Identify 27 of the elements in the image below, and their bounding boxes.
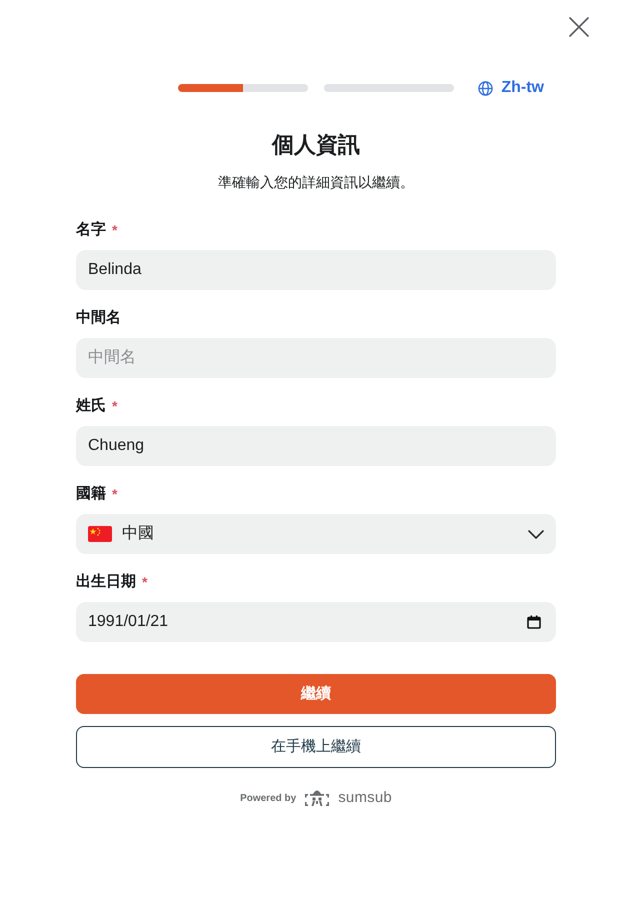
globe-icon (478, 80, 494, 96)
required-mark: * (112, 397, 118, 416)
field-label: 名字 (76, 220, 106, 240)
logo-icon (304, 788, 330, 808)
brand-name: sumsub (338, 788, 392, 808)
field-label: 出生日期 (76, 572, 136, 592)
field-label: 中間名 (76, 308, 121, 328)
continue-button[interactable]: 繼續 (76, 674, 556, 714)
flag-icon (88, 526, 112, 542)
text-input[interactable]: Chueng (76, 426, 556, 466)
text-input[interactable]: Belinda (76, 250, 556, 290)
select-field[interactable]: 中國 (76, 514, 556, 554)
chevron-down-icon (528, 530, 544, 538)
calendar-icon[interactable] (527, 615, 541, 629)
close-icon[interactable] (568, 16, 590, 38)
required-mark: * (112, 485, 118, 504)
page-subtitle: 準確輸入您的詳細資訊以繼續。 (217, 173, 415, 192)
date-field[interactable]: 1991/01/21 (76, 602, 556, 642)
continue-on-phone-button[interactable]: 在手機上繼續 (76, 726, 556, 768)
required-mark: * (112, 221, 118, 240)
field-label: 姓氏 (76, 396, 106, 416)
required-mark: * (142, 573, 148, 592)
field-label: 國籍 (76, 484, 106, 504)
text-input[interactable]: 中間名 (76, 338, 556, 378)
language-link[interactable]: Zh-tw (478, 76, 544, 100)
page-title: 個人資訊 (270, 131, 361, 159)
powered-by-text: Powered by (240, 792, 296, 806)
